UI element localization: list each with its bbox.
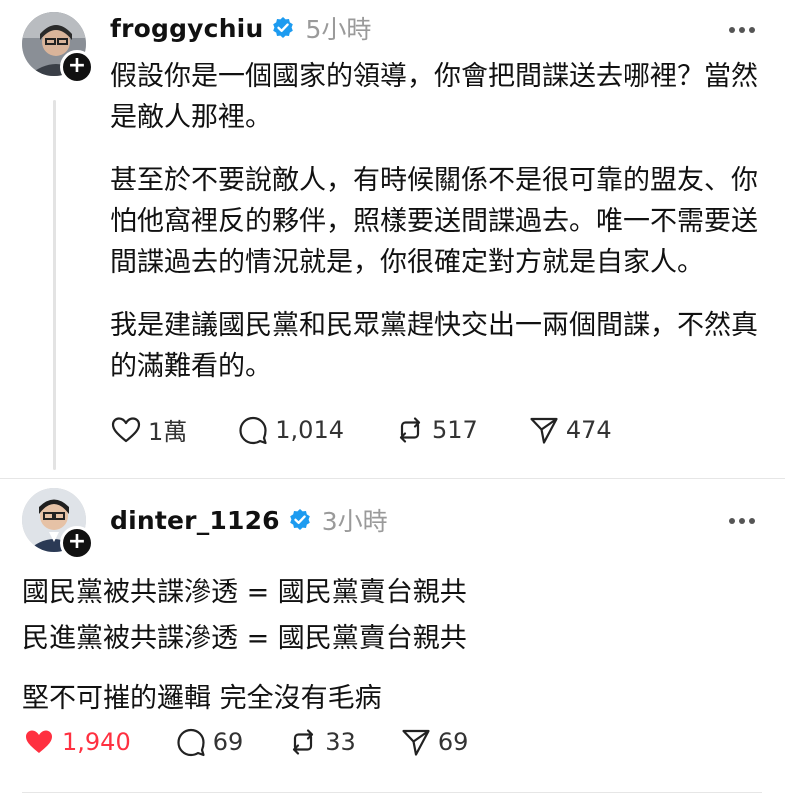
share-icon (402, 729, 430, 756)
like-count: 1萬 (148, 418, 188, 446)
reply-line: 民進黨被共諜滲透 = 國民黨賣台親共 (22, 623, 467, 654)
share-count: 474 (565, 415, 612, 444)
share-count: 69 (437, 728, 469, 756)
comment-count: 1,014 (275, 415, 344, 444)
post-header: dinter_1126 3小時 (110, 502, 388, 538)
repost-button[interactable]: 517 (394, 414, 478, 446)
repost-icon (293, 729, 314, 755)
comment-icon (239, 416, 267, 444)
thread-line (53, 100, 56, 470)
post-dinter: + dinter_1126 3小時 國民黨被共諜滲透 = 國民黨賣台親共 民進黨… (0, 480, 785, 800)
more-icon[interactable] (727, 25, 757, 35)
heart-icon (26, 730, 52, 753)
post-divider (22, 792, 762, 793)
follow-plus-icon[interactable]: + (60, 526, 94, 560)
share-button[interactable]: 474 (528, 414, 612, 446)
repost-count: 33 (325, 728, 356, 756)
post-divider (0, 478, 785, 479)
reply-line: 堅不可摧的邏輯 完全沒有毛病 (22, 683, 382, 714)
verified-icon (273, 17, 294, 38)
repost-count: 517 (432, 415, 478, 444)
share-button[interactable]: 69 (400, 726, 469, 758)
post-paragraph: 假設你是一個國家的領導，你會把間諜送去哪裡？當然是敵人那裡。 (110, 61, 758, 133)
comment-count: 69 (212, 728, 244, 756)
comment-button[interactable]: 69 (175, 726, 244, 758)
like-button[interactable]: 1,940 (22, 726, 131, 758)
post-time: 3小時 (321, 507, 388, 536)
post-body: 假設你是一個國家的領導，你會把間諜送去哪裡？當然是敵人那裡。 甚至於不要說敵人，… (110, 56, 758, 387)
username[interactable]: dinter_1126 (110, 506, 280, 535)
like-count: 1,940 (62, 728, 131, 756)
action-bar: 1萬 1,014 517 474 (110, 412, 662, 447)
like-button[interactable]: 1萬 (110, 412, 187, 447)
action-bar: 1,940 69 33 69 (22, 726, 518, 758)
username[interactable]: froggychiu (110, 14, 263, 43)
more-icon[interactable] (727, 516, 757, 526)
comment-icon (177, 728, 205, 757)
repost-button[interactable]: 33 (287, 726, 356, 758)
post-header: froggychiu 5小時 (110, 10, 371, 46)
heart-icon (111, 416, 141, 442)
repost-icon (399, 416, 421, 443)
share-icon (530, 417, 558, 444)
comment-button[interactable]: 1,014 (237, 414, 344, 446)
avatar-froggychiu[interactable]: + (22, 12, 94, 84)
post-paragraph: 我是建議國民黨和民眾黨趕快交出一兩個間諜，不然真的滿難看的。 (110, 310, 758, 382)
post-time: 5小時 (305, 15, 372, 44)
follow-plus-icon[interactable]: + (60, 50, 94, 84)
post-paragraph: 甚至於不要說敵人，有時候關係不是很可靠的盟友、你怕他窩裡反的夥伴，照樣要送間諜過… (110, 165, 758, 278)
avatar-dinter[interactable]: + (22, 488, 94, 560)
reply-body: 國民黨被共諜滲透 = 國民黨賣台親共 民進黨被共諜滲透 = 國民黨賣台親共 堅不… (22, 570, 762, 722)
post-froggychiu: + froggychiu 5小時 假設你是一個國家的領導，你會把間諜送去哪裡？當… (0, 0, 785, 480)
reply-line: 國民黨被共諜滲透 = 國民黨賣台親共 (22, 577, 467, 608)
verified-icon (289, 509, 310, 530)
